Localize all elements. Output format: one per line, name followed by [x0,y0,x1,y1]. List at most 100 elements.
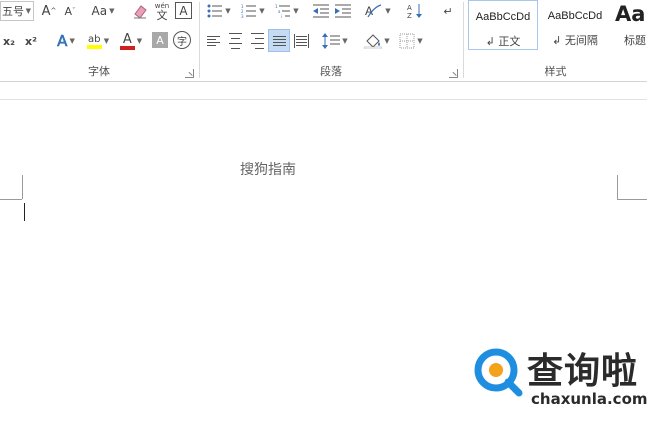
watermark-url: chaxunla.com [531,390,647,408]
clear-format-button[interactable] [131,1,149,21]
ribbon: 五号 ▼ A ^ Aˇ Aa ▼ wén 文 A x₂ x² A ▼ ab ▼ … [0,0,647,82]
paragraph-mark-icon: ↵ [443,4,453,18]
align-center-button[interactable] [226,31,244,51]
dialog-launcher-icon[interactable] [449,69,458,78]
distributed-button[interactable] [292,31,310,51]
chevron-down-icon: ▼ [225,7,231,15]
font-group-label: 字体 [88,65,110,78]
shrink-font-button[interactable]: Aˇ [62,1,78,21]
svg-text:3: 3 [241,14,244,18]
chevron-down-icon: ▼ [385,7,391,15]
chevron-down-icon: ▼ [293,7,299,15]
font-size-box[interactable]: 五号 ▼ [0,1,34,21]
char-shading-button[interactable]: A [152,32,168,48]
phonetic-bottom-label: 文 [156,9,168,22]
bullets-button[interactable]: ▼ [204,1,234,21]
text-cursor [24,203,25,221]
numbering-button[interactable]: 1 2 3 ▼ [238,1,268,21]
change-case-button[interactable]: Aa ▼ [88,1,118,21]
svg-text:i: i [281,14,282,18]
sort-button[interactable]: A Z [406,1,424,21]
superscript-button[interactable]: x² [22,31,40,51]
subscript-label: x₂ [3,34,15,48]
align-left-icon [206,34,220,48]
chevron-down-icon: ▼ [25,7,31,15]
font-color-icon: A [119,31,135,50]
text-effect-label: A [57,32,68,51]
dialog-launcher-icon[interactable] [185,69,194,78]
borders-icon [399,33,415,49]
page-top-edge [0,99,647,100]
style-normal[interactable]: AaBbCcDd ↲ 正文 [468,0,538,50]
phonetic-guide-button[interactable]: wén 文 [152,0,172,22]
borders-button[interactable]: ▼ [396,31,426,51]
multilevel-list-button[interactable]: 1 a i ▼ [272,1,302,21]
style-no-spacing[interactable]: AaBbCcDd ↲ 无间隔 [540,0,610,50]
shrink-font-label: A [64,4,73,18]
align-left-button[interactable] [204,31,222,51]
justify-button[interactable] [268,29,290,52]
chinese-layout-button[interactable]: A ▼ [364,1,392,21]
styles-group: AaBbCcDd ↲ 正文 AaBbCcDd ↲ 无间隔 Aa 标题 样式 [464,0,647,82]
watermark-title: 查询啦 [527,351,639,392]
change-case-label: Aa [91,4,108,18]
margin-corner-left [22,175,23,199]
font-group: 五号 ▼ A ^ Aˇ Aa ▼ wén 文 A x₂ x² A ▼ ab ▼ … [0,0,198,82]
font-size-value: 五号 [2,5,24,18]
highlighter-icon: ab [86,34,102,49]
style-sample: AaBbCcDd [547,10,603,22]
text-effect-button[interactable]: A ▼ [52,31,80,51]
distributed-icon [293,34,309,48]
decrease-indent-button[interactable] [312,1,330,21]
bullet-list-icon [207,4,223,18]
char-border-button[interactable]: A [175,2,192,19]
svg-text:Z: Z [407,12,412,19]
style-name: ↲ 正文 [485,35,521,48]
eraser-icon [134,5,147,19]
margin-corner-right-h [617,199,647,200]
line-spacing-button[interactable]: ▼ [320,31,350,51]
multilevel-list-icon: 1 a i [275,4,291,18]
grow-font-button[interactable]: A ^ [40,1,58,21]
watermark-logo-icon [474,348,523,397]
chevron-down-icon: ▼ [109,7,115,15]
header-text[interactable]: 搜狗指南 [240,159,296,179]
margin-corner-right [617,175,618,199]
chevron-down-icon: ▼ [384,37,390,45]
style-sample: Aa [615,2,646,26]
align-right-button[interactable] [248,31,266,51]
chevron-down-icon: ▼ [417,37,423,45]
enclose-char-label: 字 [177,36,187,48]
char-border-label: A [179,3,188,18]
increase-indent-button[interactable] [334,1,352,21]
chevron-down-icon: ▼ [103,37,110,45]
style-name: ↲ 无间隔 [552,34,598,47]
grow-font-label: A [41,3,51,19]
style-heading[interactable]: Aa 标题 [612,0,647,50]
style-sample: AaBbCcDd [475,11,531,23]
align-center-icon [228,31,242,51]
paint-bucket-icon [364,34,383,49]
styles-group-label: 样式 [544,65,567,78]
font-color-label: A [122,31,132,47]
enclose-char-button[interactable]: 字 [173,31,191,49]
chevron-down-icon: ▼ [136,37,143,45]
chevron-down-icon: ▼ [69,37,75,45]
highlight-button[interactable]: ab ▼ [84,29,112,53]
numbered-list-icon: 1 2 3 [241,4,257,18]
subscript-button[interactable]: x₂ [0,31,18,51]
sort-az-icon: A Z [407,4,422,19]
superscript-label: x² [25,34,37,48]
chevron-down-icon: ▼ [259,7,265,15]
justify-icon [272,34,286,48]
shading-button[interactable]: ▼ [362,31,392,51]
chevron-down-icon: ▼ [342,37,348,45]
char-shading-label: A [156,33,164,47]
font-color-button[interactable]: A ▼ [116,29,146,53]
chinese-layout-icon: A [365,4,382,18]
show-marks-button[interactable]: ↵ [440,1,456,21]
margin-corner-left-h [0,199,22,200]
paragraph-group: ▼ 1 2 3 ▼ 1 a i ▼ A ▼ A Z ↵ ▼ ▼ ▼ 段落 [200,0,462,82]
paragraph-group-label: 段落 [320,65,342,78]
svg-text:A: A [407,4,412,12]
